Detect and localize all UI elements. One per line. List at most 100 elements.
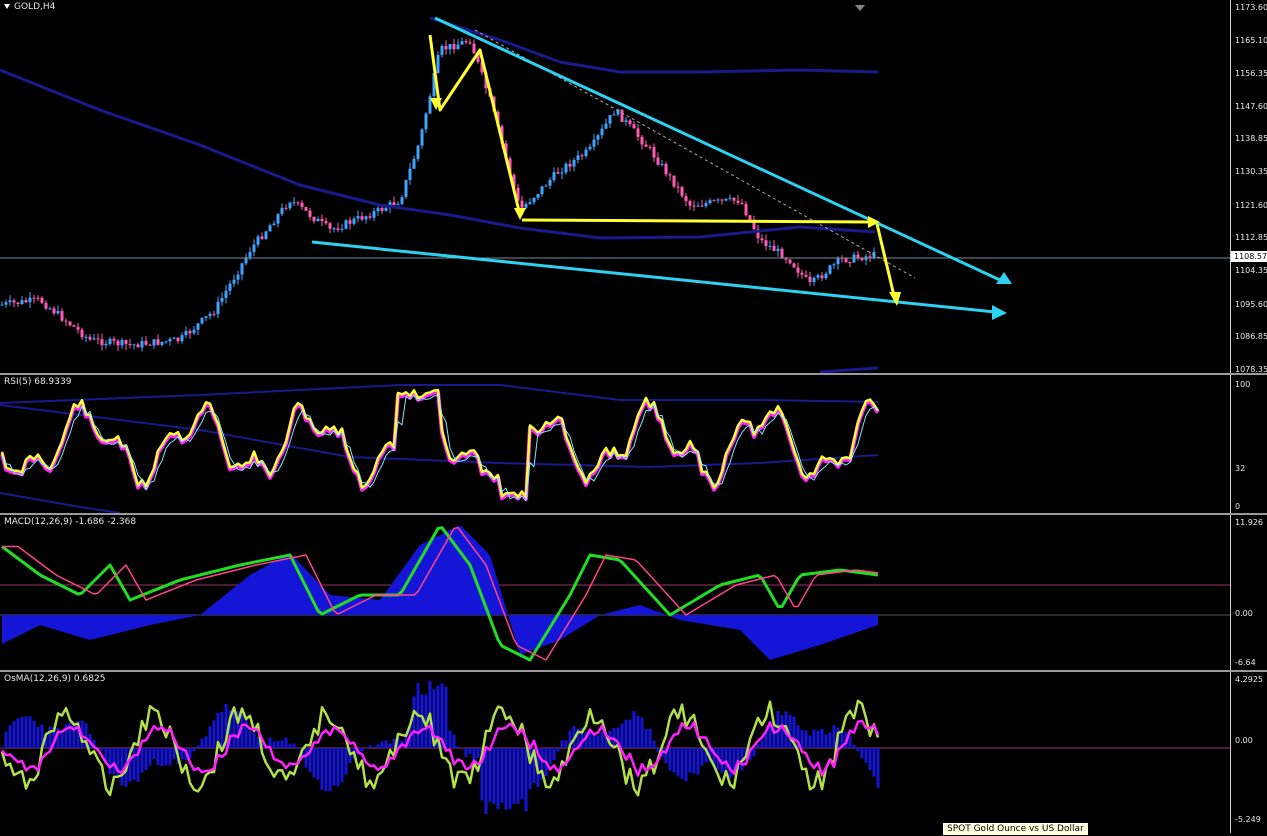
candle-body [253, 245, 256, 252]
candle-body [637, 128, 640, 136]
osma-bar [653, 741, 656, 748]
candle-body [117, 341, 120, 346]
candle-body [609, 115, 612, 124]
candle-body [321, 219, 324, 221]
osma-bar [493, 748, 496, 804]
candle-body [201, 318, 204, 324]
candle-body [81, 330, 84, 338]
candle-body [417, 146, 420, 159]
candle-body [745, 204, 748, 215]
osma-bar [385, 740, 388, 748]
osma-bar [469, 748, 472, 754]
candle-body [149, 345, 152, 346]
price-tick: 1156.35 [1235, 69, 1267, 78]
osma-bar [201, 739, 204, 748]
candle-body [713, 200, 716, 201]
candle-body [785, 259, 788, 260]
candle-body [173, 338, 176, 339]
osma-pane[interactable]: OsMA(12,26,9) 0.6825 [0, 672, 1230, 826]
candle-body [285, 208, 288, 209]
osma-bar [629, 719, 632, 748]
candle-body [773, 246, 776, 251]
candle-body [597, 135, 600, 139]
osma-bar [817, 731, 820, 748]
candle-body [621, 110, 624, 122]
candle-body [217, 302, 220, 314]
candle-body [197, 323, 200, 329]
candle-body [333, 228, 336, 229]
osma-bar [449, 731, 452, 748]
candle-body [129, 344, 132, 345]
rsi-axis[interactable]: 100 32 0 [1230, 375, 1267, 513]
osma-bar [681, 748, 684, 779]
candle-body [249, 252, 252, 257]
osma-bar [877, 748, 880, 788]
candle-body [49, 308, 52, 309]
candle-body [301, 203, 304, 207]
osma-bar [345, 748, 348, 775]
osma-bar [285, 738, 288, 748]
candle-body [413, 159, 416, 169]
candle-body [557, 172, 560, 173]
macd-pane[interactable]: MACD(12,26,9) -1.686 -2.368 [0, 515, 1230, 670]
rsi-canvas[interactable] [0, 375, 1230, 513]
rsi-tick: 0 [1235, 502, 1240, 511]
osma-bar [361, 748, 364, 752]
macd-canvas[interactable] [0, 515, 1230, 670]
osma-bar [109, 748, 112, 774]
candle-body [457, 45, 460, 50]
candle-body [561, 172, 564, 173]
candle-body [85, 337, 88, 338]
osma-bar [69, 722, 72, 748]
candle-body [233, 280, 236, 284]
candle-body [289, 203, 292, 209]
candle-body [393, 202, 396, 205]
candle-body [9, 300, 12, 302]
osma-bar [593, 734, 596, 748]
osma-bar [305, 748, 308, 768]
osma-bar [297, 748, 300, 749]
candle-body [729, 198, 732, 199]
candle-body [565, 164, 568, 173]
osma-tick: 4.2925 [1235, 675, 1263, 684]
candle-body [581, 155, 584, 156]
candle-body [345, 220, 348, 228]
osma-axis[interactable]: 4.2925 0.00 -5.249 [1230, 672, 1267, 833]
candle-body [241, 263, 244, 274]
candle-body [665, 164, 668, 174]
candle-body [153, 339, 156, 345]
osma-bar [625, 720, 628, 748]
candle-body [781, 249, 784, 259]
candle-body [829, 265, 832, 273]
macd-axis[interactable]: 11.926 0.00 -6.64 [1230, 515, 1267, 670]
osma-bar [141, 748, 144, 773]
price-tick: 1165.10 [1235, 36, 1267, 45]
candle-body [693, 205, 696, 206]
candle-body [589, 147, 592, 150]
candle-body [573, 160, 576, 167]
osma-bar [341, 748, 344, 782]
price-tick: 1138.85 [1235, 134, 1267, 143]
osma-bar [513, 748, 516, 804]
osma-bar [821, 729, 824, 748]
candle-body [533, 198, 536, 202]
candle-body [53, 308, 56, 313]
osma-title: OsMA(12,26,9) 0.6825 [4, 674, 105, 684]
candle-body [645, 144, 648, 146]
candle-body [601, 129, 604, 135]
candle-body [237, 274, 240, 279]
price-chart-canvas[interactable] [0, 0, 1230, 373]
osma-bar [369, 745, 372, 748]
price-chart-pane[interactable]: GOLD,H4 [0, 0, 1230, 373]
candle-body [293, 202, 296, 203]
price-tick: 1086.85 [1235, 332, 1267, 341]
candle-body [341, 229, 344, 230]
candle-body [69, 322, 72, 326]
price-axis[interactable]: 1173.60 1165.10 1156.35 1147.60 1138.85 … [1230, 0, 1267, 373]
candle-body [65, 321, 68, 322]
candle-body [825, 274, 828, 278]
osma-bar [781, 715, 784, 748]
rsi-pane[interactable]: RSI(5) 68.9339 [0, 375, 1230, 513]
dropdown-triangle-icon[interactable] [4, 4, 10, 9]
osma-canvas[interactable] [0, 672, 1230, 826]
